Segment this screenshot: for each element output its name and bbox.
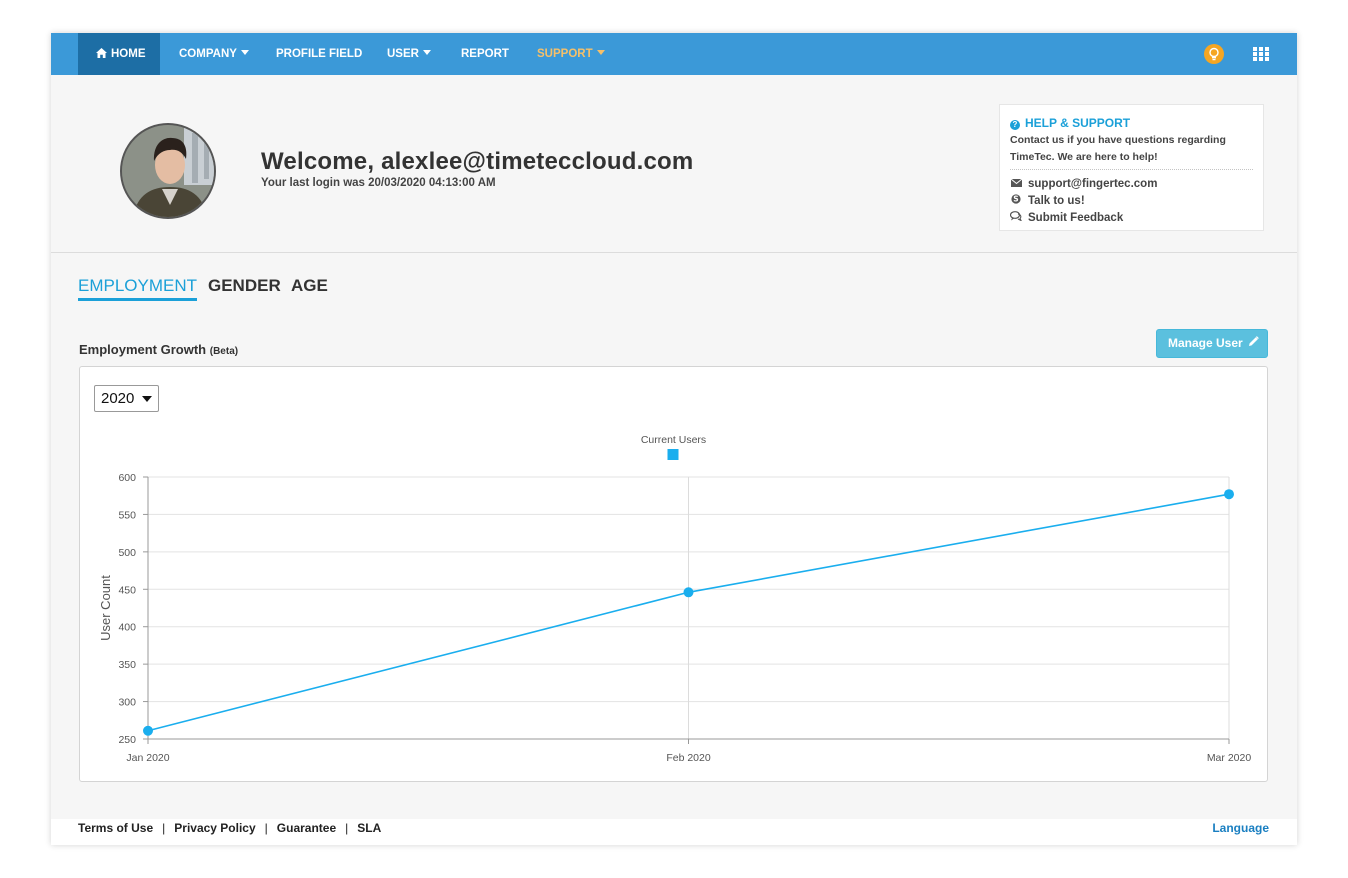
data-point [683, 587, 694, 598]
manage-user-button[interactable]: Manage User [1156, 329, 1268, 358]
separator: | [162, 821, 166, 835]
employment-chart-panel: 2020 250 300 350 400 450 500 550 600 Jan 2020 Feb… [79, 366, 1268, 782]
legend-label: Current Users [641, 434, 706, 446]
y-tick-label: 350 [118, 659, 136, 671]
app-window: HOME COMPANY PROFILE FIELD USER REPORT S… [51, 33, 1297, 845]
nav-user-label: USER [387, 48, 419, 60]
footer: Terms of Use | Privacy Policy | Guarantee | SL… [51, 819, 1297, 845]
submit-feedback-text: Submit Feedback [1028, 212, 1124, 224]
manage-user-label: Manage User [1168, 336, 1243, 350]
y-tick-label: 600 [118, 472, 136, 484]
lightbulb-glyph [1209, 47, 1219, 61]
employment-growth-chart: 250 300 350 400 450 500 550 600 Jan 2020 Feb 2020… [98, 434, 1252, 764]
x-tick-label: Jan 2020 [126, 752, 169, 764]
y-tick-label: 300 [118, 697, 136, 709]
tab-gender[interactable]: GENDER [208, 276, 281, 296]
help-links: support@fingertec.com S Talk to us! Submi… [1009, 176, 1253, 227]
beta-label: (Beta) [209, 346, 239, 357]
nav-report[interactable]: REPORT [461, 33, 509, 75]
y-axis-label: User Count [98, 575, 113, 641]
welcome-header: Welcome, alexlee@timeteccloud.com Your l… [51, 75, 1297, 253]
help-text: Contact us if you have questions regardi… [1010, 132, 1253, 170]
y-tick-label: 450 [118, 584, 136, 596]
support-email-link[interactable]: support@fingertec.com [1010, 176, 1253, 193]
chevron-down-icon [596, 50, 605, 55]
tab-employment[interactable]: EMPLOYMENT [78, 276, 198, 301]
legend-swatch [667, 449, 679, 460]
language-link[interactable]: Language [1212, 821, 1269, 835]
chevron-down-icon [240, 50, 249, 55]
y-tick-label: 400 [118, 622, 136, 634]
skype-icon: S [1010, 194, 1022, 210]
footer-terms-link[interactable]: Terms of Use [78, 821, 153, 835]
nav-profile-field[interactable]: PROFILE FIELD [276, 33, 362, 75]
comments-icon [1009, 211, 1023, 227]
separator: | [345, 821, 349, 835]
footer-links: Terms of Use | Privacy Policy | Guarantee | SL… [78, 821, 381, 835]
nav-user[interactable]: USER [387, 33, 431, 75]
nav-company[interactable]: COMPANY [179, 33, 249, 75]
x-tick-label: Mar 2020 [1207, 752, 1252, 764]
section-title: Employment Growth (Beta) [79, 342, 238, 357]
lightbulb-icon[interactable] [1204, 44, 1224, 64]
submit-feedback-link[interactable]: Submit Feedback [1009, 210, 1253, 227]
data-point [143, 725, 153, 736]
home-icon [96, 48, 107, 58]
tab-age[interactable]: AGE [291, 276, 328, 296]
last-login-text: Your last login was 20/03/2020 04:13:00 … [261, 177, 496, 189]
avatar-photo [122, 125, 214, 217]
support-email-text: support@fingertec.com [1028, 178, 1158, 190]
help-support-panel: ? HELP & SUPPORT Contact us if you have q… [999, 104, 1264, 231]
nav-home-label: HOME [111, 48, 146, 60]
question-circle-icon: ? [1010, 120, 1020, 130]
section-title-text: Employment Growth [79, 342, 207, 357]
nav-support[interactable]: SUPPORT [537, 33, 605, 75]
nav-company-label: COMPANY [179, 48, 237, 60]
data-point [1224, 489, 1234, 500]
nav-profile-field-label: PROFILE FIELD [276, 48, 363, 60]
y-tick-label: 550 [118, 509, 136, 521]
svg-text:S: S [1013, 195, 1018, 204]
top-nav: HOME COMPANY PROFILE FIELD USER REPORT S… [51, 33, 1297, 75]
pencil-icon [1248, 330, 1259, 357]
nav-home[interactable]: HOME [78, 33, 160, 75]
x-tick-label: Feb 2020 [666, 752, 711, 764]
avatar[interactable] [120, 123, 216, 219]
footer-guarantee-link[interactable]: Guarantee [277, 821, 336, 835]
help-title: ? HELP & SUPPORT [1010, 116, 1253, 130]
separator: | [264, 821, 268, 835]
chevron-down-icon [422, 50, 431, 55]
y-tick-label: 500 [118, 547, 136, 559]
nav-support-label: SUPPORT [537, 48, 593, 60]
footer-privacy-link[interactable]: Privacy Policy [174, 821, 255, 835]
help-title-text: HELP & SUPPORT [1025, 116, 1131, 130]
talk-to-us-text: Talk to us! [1028, 195, 1085, 207]
apps-grid-icon[interactable] [1253, 47, 1269, 61]
y-tick-label: 250 [118, 734, 136, 746]
nav-report-label: REPORT [461, 48, 509, 60]
envelope-icon [1010, 177, 1022, 193]
welcome-title: Welcome, alexlee@timeteccloud.com [261, 148, 694, 175]
talk-to-us-link[interactable]: S Talk to us! [1010, 193, 1253, 210]
footer-sla-link[interactable]: SLA [357, 821, 381, 835]
